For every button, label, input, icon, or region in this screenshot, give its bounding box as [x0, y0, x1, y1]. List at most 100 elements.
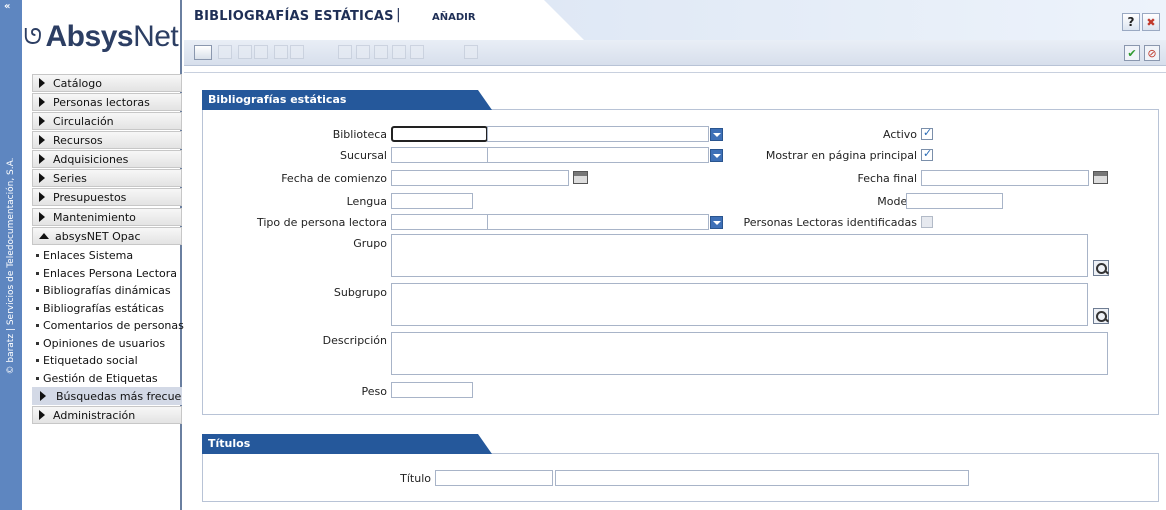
sidebar: ᘎ Absys Net Catálogo Personas lectoras Ci…	[22, 0, 184, 510]
page-title: BIBLIOGRAFÍAS ESTÁTICAS	[194, 9, 394, 24]
toolbar-button-4[interactable]	[274, 45, 288, 59]
titulos-panel-title: Títulos	[202, 434, 492, 454]
grid-view-icon[interactable]	[410, 45, 424, 59]
mostrar-checkbox[interactable]	[921, 147, 933, 161]
first-record-icon[interactable]	[338, 45, 352, 59]
sidebar-subitem-label: Enlaces Sistema	[43, 249, 134, 262]
export-icon[interactable]	[464, 45, 478, 59]
identificadas-checkbox[interactable]	[921, 216, 933, 228]
fecha-comienzo-label: Fecha de comienzo	[281, 172, 387, 185]
biblioteca-dropdown-icon[interactable]	[710, 128, 723, 141]
cancel-button[interactable]: ⊘	[1144, 45, 1160, 61]
sidebar-subitem-etiquetado-social[interactable]: Etiquetado social	[36, 352, 186, 369]
absysnet-logo: ᘎ Absys Net	[22, 0, 180, 74]
calendar-icon[interactable]	[1093, 171, 1108, 184]
prev-record-icon[interactable]	[356, 45, 370, 59]
sidebar-item-catalogo[interactable]: Catálogo	[32, 74, 182, 92]
sidebar-subitem-bibliografias-dinamicas[interactable]: Bibliografías dinámicas	[36, 282, 186, 299]
grupo-textarea[interactable]	[391, 234, 1088, 277]
accept-button[interactable]: ✔	[1124, 45, 1140, 61]
toolbar-button-1[interactable]	[218, 45, 232, 59]
sidebar-item-presupuestos[interactable]: Presupuestos	[32, 188, 182, 206]
lengua-label: Lengua	[346, 195, 387, 208]
bullet-icon	[36, 254, 39, 257]
subgrupo-textarea[interactable]	[391, 283, 1088, 326]
biblioteca-label: Biblioteca	[332, 128, 387, 141]
calendar-icon[interactable]	[573, 171, 588, 184]
sidebar-item-administracion[interactable]: Administración	[32, 406, 182, 424]
titulo-code-input[interactable]	[435, 470, 553, 486]
sucursal-dropdown-icon[interactable]	[710, 149, 723, 162]
sidebar-subitem-gestion-etiquetas[interactable]: Gestión de Etiquetas	[36, 370, 186, 387]
toolbar-divider	[184, 67, 1166, 73]
expand-arrow-icon	[39, 78, 45, 88]
expand-arrow-icon	[39, 154, 45, 164]
biblioteca-code-input[interactable]	[391, 126, 488, 142]
sidebar-subitem-enlaces-persona-lectora[interactable]: Enlaces Persona Lectora	[36, 265, 186, 282]
toolbar-button-2[interactable]	[238, 45, 252, 59]
peso-label: Peso	[361, 385, 387, 398]
expand-arrow-icon	[39, 192, 45, 202]
sidebar-item-absysnet-opac[interactable]: absysNET Opac	[32, 227, 182, 245]
tipo-persona-dropdown-icon[interactable]	[710, 216, 723, 229]
peso-input[interactable]	[391, 382, 473, 398]
grupo-label: Grupo	[353, 237, 387, 250]
page-action: AÑADIR	[432, 12, 476, 23]
sidebar-subitem-label: Etiquetado social	[43, 354, 138, 367]
lengua-input[interactable]	[391, 193, 473, 209]
fecha-final-input[interactable]	[921, 170, 1089, 186]
sidebar-subitem-label: Búsquedas más frecuentes	[56, 389, 182, 403]
sidebar-subitem-comentarios[interactable]: Comentarios de personas	[36, 317, 186, 334]
panel-title: Bibliografías estáticas	[202, 90, 492, 110]
logo-swirl-icon: ᘎ	[23, 24, 42, 49]
descripcion-textarea[interactable]	[391, 332, 1108, 375]
next-record-icon[interactable]	[374, 45, 388, 59]
sidebar-subitem-opiniones[interactable]: Opiniones de usuarios	[36, 335, 186, 352]
sidebar-subitem-label: Comentarios de personas	[43, 319, 184, 332]
help-button[interactable]: ?	[1122, 13, 1140, 31]
sidebar-subitem-label: Opiniones de usuarios	[43, 337, 166, 350]
view-menu-icon[interactable]	[194, 45, 212, 60]
header-band	[544, 0, 1166, 40]
sidebar-subitem-bibliografias-estaticas[interactable]: Bibliografías estáticas	[36, 300, 186, 317]
tipo-persona-label: Tipo de persona lectora	[256, 216, 387, 229]
grupo-search-icon[interactable]	[1093, 260, 1109, 276]
tipo-persona-code-input[interactable]	[391, 214, 488, 230]
toolbar-button-3[interactable]	[254, 45, 268, 59]
descripcion-label: Descripción	[322, 334, 387, 347]
toolbar-button-5[interactable]	[290, 45, 304, 59]
modelo-input[interactable]	[906, 193, 1003, 209]
sucursal-label: Sucursal	[339, 149, 387, 162]
header: BIBLIOGRAFÍAS ESTÁTICAS | AÑADIR ? ✖	[184, 0, 1166, 40]
sidebar-subitem-enlaces-sistema[interactable]: Enlaces Sistema	[36, 247, 186, 264]
subgrupo-search-icon[interactable]	[1093, 308, 1109, 324]
identificadas-label: Personas Lectoras identificadas	[743, 216, 917, 229]
sidebar-item-mantenimiento[interactable]: Mantenimiento	[32, 208, 182, 226]
sidebar-item-label: absysNET Opac	[55, 229, 141, 243]
biblioteca-name-input[interactable]	[487, 126, 709, 142]
bullet-icon	[36, 377, 39, 380]
fecha-comienzo-input[interactable]	[391, 170, 569, 186]
titulo-name-input[interactable]	[555, 470, 969, 486]
sidebar-item-label: Adquisiciones	[53, 152, 129, 166]
bullet-icon	[36, 307, 39, 310]
sucursal-name-input[interactable]	[487, 147, 709, 163]
sidebar-item-circulacion[interactable]: Circulación	[32, 112, 182, 130]
activo-checkbox[interactable]	[921, 126, 933, 140]
activo-label: Activo	[883, 128, 917, 141]
sidebar-subitem-busquedas[interactable]: Búsquedas más frecuentes	[32, 387, 182, 405]
sidebar-item-personas-lectoras[interactable]: Personas lectoras	[32, 93, 182, 111]
sidebar-item-adquisiciones[interactable]: Adquisiciones	[32, 150, 182, 168]
expand-arrow-icon	[39, 212, 45, 222]
close-button[interactable]: ✖	[1142, 13, 1160, 31]
sidebar-item-series[interactable]: Series	[32, 169, 182, 187]
last-record-icon[interactable]	[392, 45, 406, 59]
expand-arrow-icon	[40, 391, 46, 401]
expand-arrow-icon	[39, 173, 45, 183]
sidebar-item-recursos[interactable]: Recursos	[32, 131, 182, 149]
tipo-persona-name-input[interactable]	[487, 214, 709, 230]
collapse-arrow-icon	[39, 233, 49, 239]
logo-light-text: Net	[133, 20, 179, 53]
sucursal-code-input[interactable]	[391, 147, 488, 163]
collapse-sidebar-icon[interactable]: «	[4, 2, 16, 12]
